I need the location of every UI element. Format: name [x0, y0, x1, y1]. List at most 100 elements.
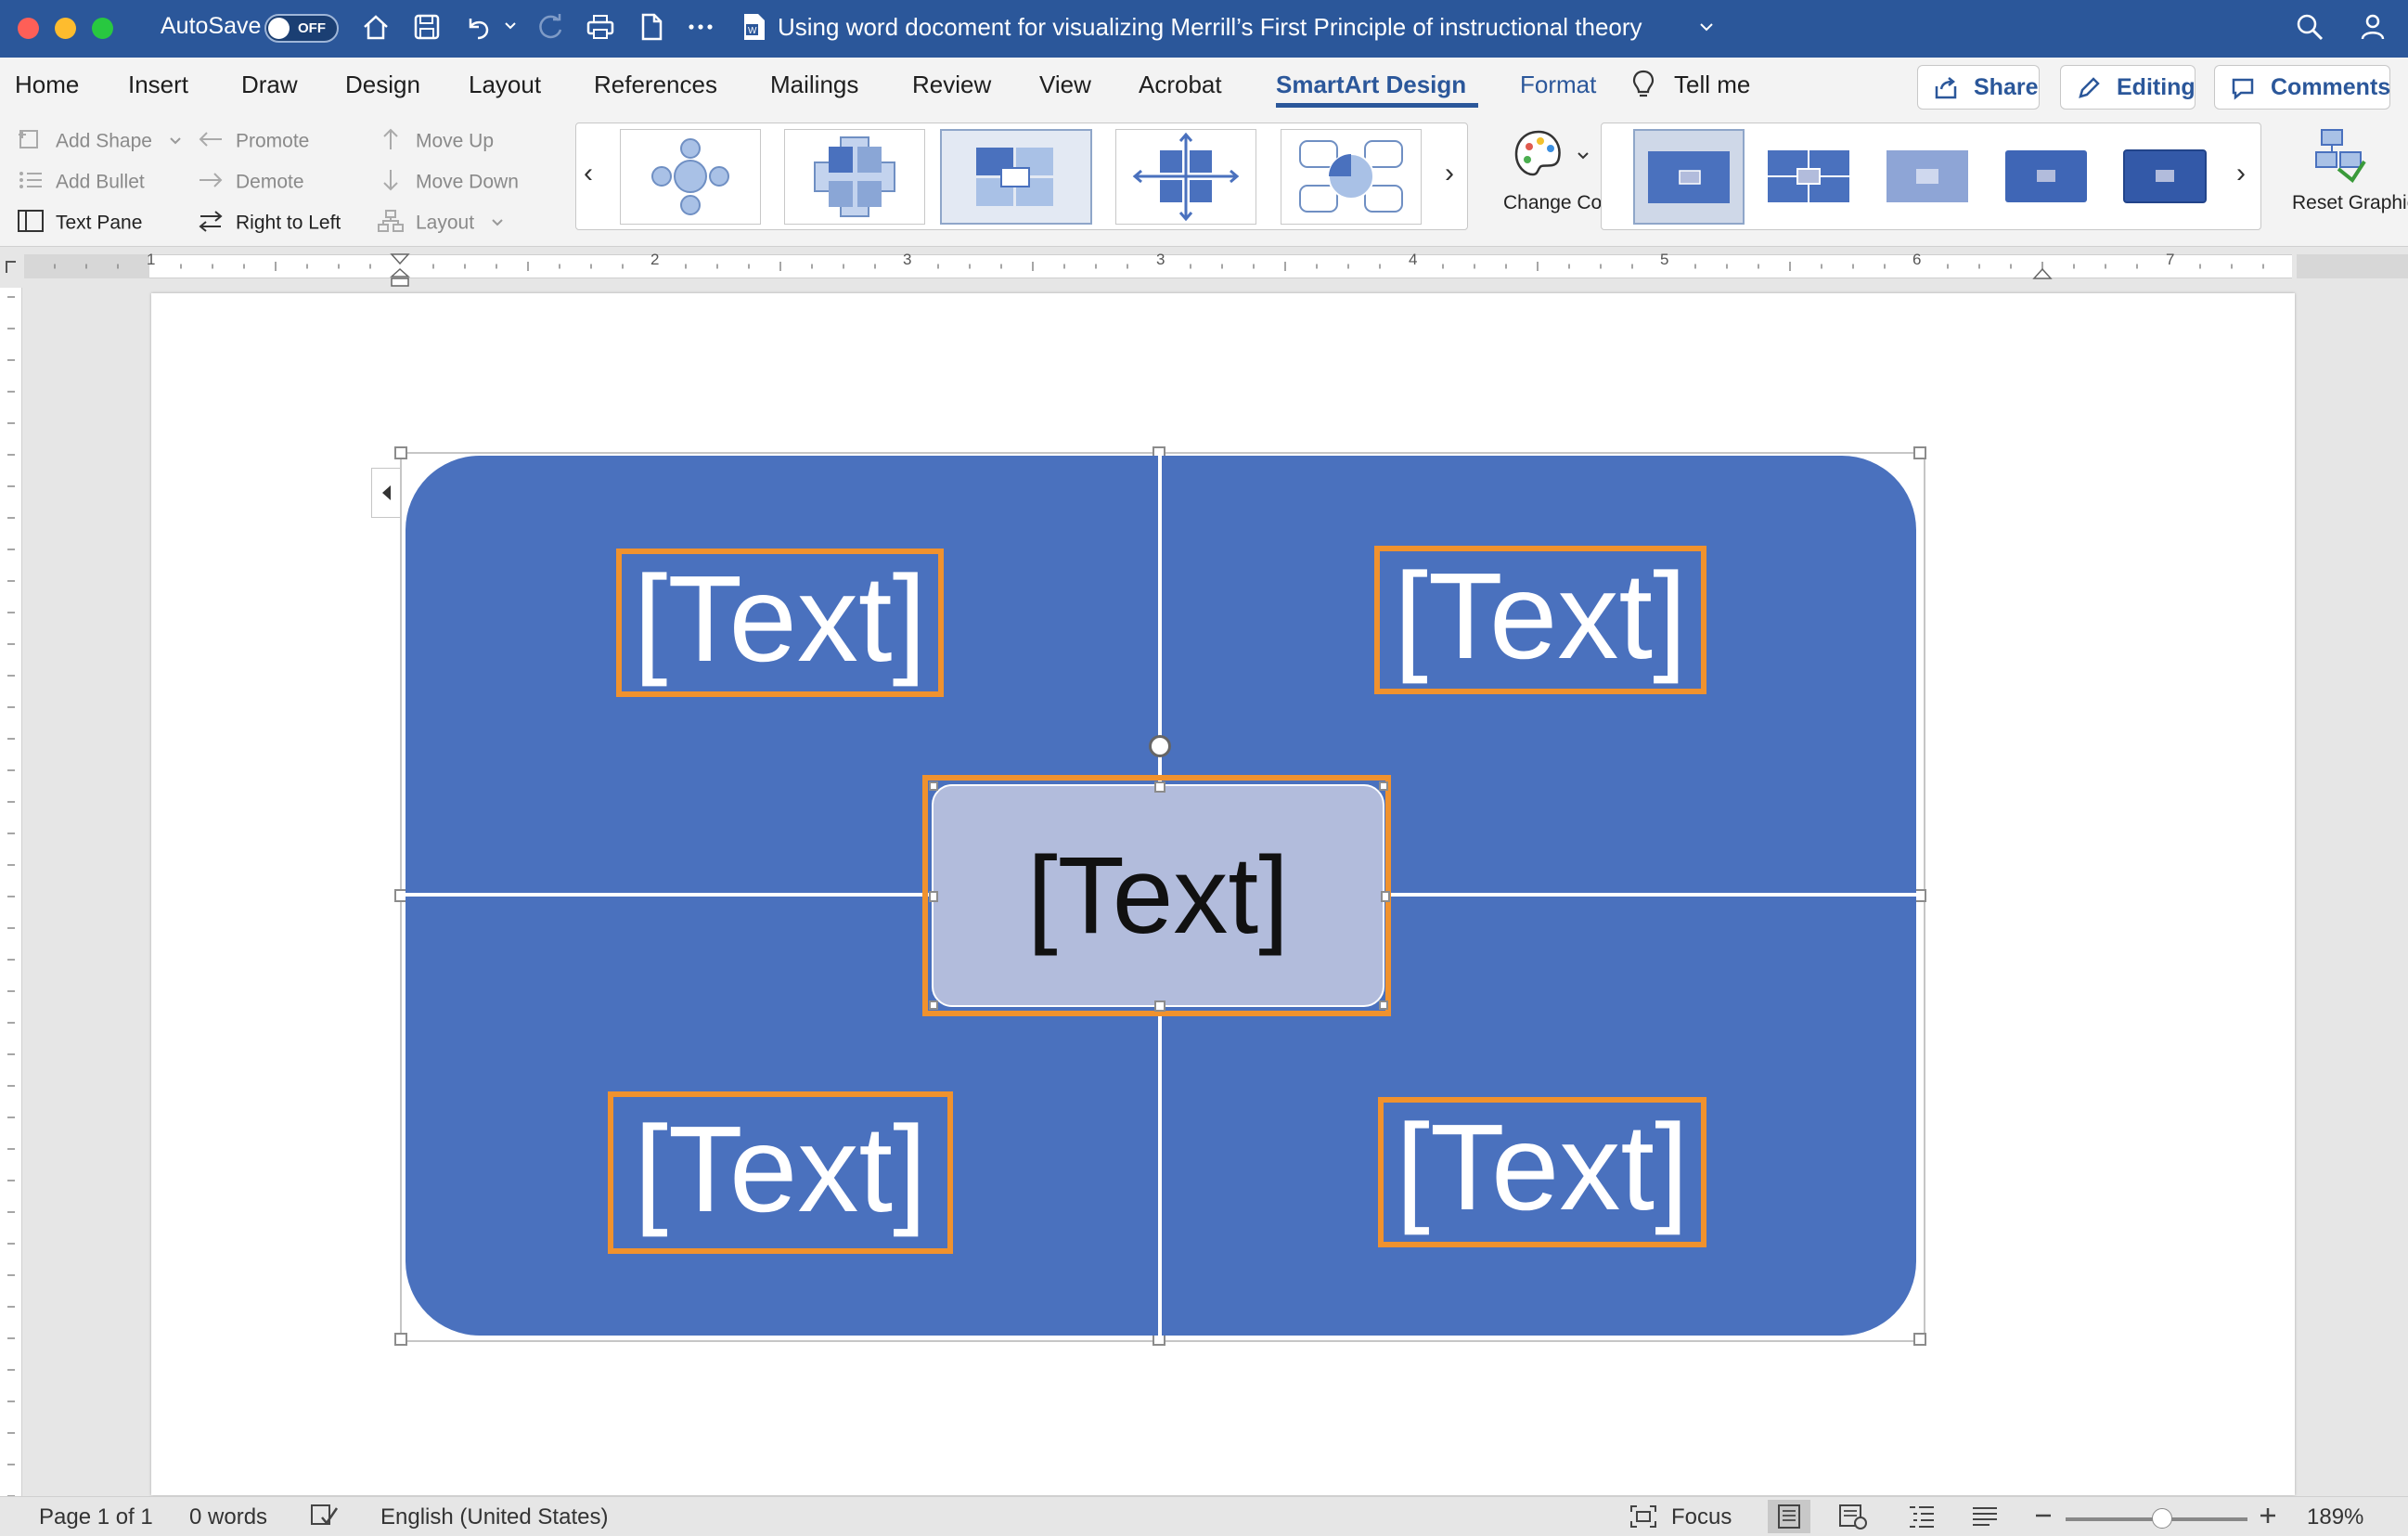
tab-draw[interactable]: Draw [241, 71, 298, 99]
center-handle-left[interactable] [929, 891, 938, 902]
center-handle-top-left[interactable] [929, 781, 938, 791]
more-commands-icon[interactable] [685, 11, 716, 43]
outline-view-icon[interactable] [1906, 1503, 1938, 1530]
print-icon[interactable] [585, 11, 616, 43]
new-document-icon[interactable] [636, 11, 667, 43]
tab-insert[interactable]: Insert [128, 71, 188, 99]
zoom-slider-thumb[interactable] [2151, 1508, 2172, 1529]
move-up-button[interactable]: Move Up [377, 127, 494, 157]
add-bullet-button[interactable]: Add Bullet [17, 168, 145, 198]
arrow-right-icon [197, 168, 225, 198]
gallery-next-icon[interactable]: › [1445, 158, 1454, 189]
reset-graphic-icon[interactable] [2311, 124, 2366, 184]
tab-smartart-design[interactable]: SmartArt Design [1276, 71, 1466, 99]
resize-handle-top-left[interactable] [394, 446, 407, 459]
resize-handle-bottom-left[interactable] [394, 1333, 407, 1346]
undo-icon[interactable] [462, 11, 494, 43]
color-palette-icon[interactable] [1511, 126, 1566, 182]
change-colors-label[interactable]: Change Colors [1503, 192, 1633, 214]
tab-format[interactable]: Format [1520, 71, 1596, 99]
minimize-window-button[interactable] [55, 18, 76, 39]
layout-button[interactable]: Layout [377, 209, 504, 239]
center-handle-right[interactable] [1381, 891, 1390, 902]
pencil-icon [2076, 75, 2102, 108]
tab-view[interactable]: View [1039, 71, 1091, 99]
text-pane-toggle[interactable] [371, 468, 401, 518]
focus-label[interactable]: Focus [1671, 1504, 1732, 1530]
proofing-icon[interactable] [309, 1503, 339, 1529]
zoom-out-icon[interactable] [2032, 1504, 2054, 1527]
layout-cross-arrows-thumbnail[interactable] [1115, 129, 1256, 225]
center-handle-bottom-right[interactable] [1379, 1000, 1388, 1010]
home-icon[interactable] [360, 11, 392, 43]
layout-matrix-thumbnail-selected[interactable] [940, 129, 1092, 225]
center-shape-text[interactable]: [Text] [932, 784, 1384, 1007]
title-bar: AutoSave OFF W Using word docoment for v… [0, 0, 2408, 58]
style-subtle-effect[interactable] [1873, 129, 1984, 225]
word-count[interactable]: 0 words [189, 1504, 267, 1530]
center-handle-bottom-left[interactable] [929, 1000, 938, 1010]
redo-icon[interactable] [534, 11, 566, 43]
move-down-button[interactable]: Move Down [377, 168, 519, 198]
change-colors-dropdown-icon[interactable] [1576, 148, 1590, 163]
quadrant-top-right-text[interactable]: [Text] [1374, 546, 1706, 694]
right-to-left-button[interactable]: Right to Left [197, 209, 341, 239]
comments-button[interactable]: Comments [2214, 65, 2390, 110]
layout-radial-thumbnail[interactable] [620, 129, 761, 225]
demote-button[interactable]: Demote [197, 168, 304, 198]
quadrant-bottom-right-text[interactable]: [Text] [1378, 1097, 1706, 1247]
resize-handle-top-right[interactable] [1913, 446, 1926, 459]
add-shape-button[interactable]: Add Shape [17, 127, 182, 157]
focus-mode-icon[interactable] [1629, 1504, 1657, 1529]
tab-design[interactable]: Design [345, 71, 420, 99]
svg-text:W: W [748, 26, 757, 36]
autosave-toggle[interactable]: OFF [264, 14, 339, 43]
promote-button[interactable]: Promote [197, 127, 309, 157]
right-indent-marker[interactable] [2032, 262, 2053, 280]
zoom-in-icon[interactable] [2257, 1504, 2279, 1527]
center-handle-top[interactable] [1154, 781, 1165, 793]
tab-home[interactable]: Home [15, 71, 79, 99]
language-indicator[interactable]: English (United States) [380, 1504, 608, 1530]
tab-mailings[interactable]: Mailings [770, 71, 858, 99]
tab-selector-icon[interactable] [3, 258, 19, 275]
page-count[interactable]: Page 1 of 1 [39, 1504, 153, 1530]
layout-cross-thumbnail[interactable] [784, 129, 925, 225]
style-intense-effect[interactable] [2110, 129, 2221, 225]
tab-acrobat[interactable]: Acrobat [1139, 71, 1222, 99]
undo-dropdown-icon[interactable] [503, 19, 518, 33]
draft-view-icon[interactable] [1969, 1503, 2001, 1530]
vertical-ruler[interactable] [0, 288, 22, 1504]
tab-review[interactable]: Review [912, 71, 991, 99]
style-white-outline[interactable] [1754, 129, 1865, 225]
close-window-button[interactable] [18, 18, 39, 39]
reset-graphic-label[interactable]: Reset Graphic [2292, 192, 2408, 214]
style-simple-fill-selected[interactable] [1633, 129, 1745, 225]
layout-cycle-matrix-thumbnail[interactable] [1281, 129, 1422, 225]
web-layout-icon[interactable] [1837, 1503, 1869, 1530]
tab-references[interactable]: References [594, 71, 717, 99]
tab-layout[interactable]: Layout [469, 71, 541, 99]
zoom-percentage[interactable]: 189% [2307, 1504, 2363, 1530]
gallery-prev-icon[interactable]: ‹ [584, 158, 593, 189]
document-title[interactable]: Using word docoment for visualizing Merr… [778, 13, 1642, 42]
styles-next-icon[interactable]: › [2236, 158, 2246, 189]
resize-handle-bottom-right[interactable] [1913, 1333, 1926, 1346]
search-icon[interactable] [2294, 11, 2325, 43]
print-layout-view-button[interactable] [1768, 1500, 1810, 1533]
save-icon[interactable] [411, 11, 443, 43]
tell-me-search[interactable]: Tell me [1674, 71, 1750, 99]
zoom-window-button[interactable] [92, 18, 113, 39]
quadrant-bottom-left-text[interactable]: [Text] [608, 1091, 953, 1254]
title-dropdown-icon[interactable] [1698, 19, 1715, 35]
share-button[interactable]: Share [1917, 65, 2040, 110]
first-line-indent-marker[interactable] [390, 252, 410, 290]
editing-mode-button[interactable]: Editing [2060, 65, 2196, 110]
quadrant-top-left-text[interactable]: [Text] [616, 549, 944, 697]
account-icon[interactable] [2357, 11, 2389, 43]
rotation-handle[interactable] [1149, 735, 1171, 757]
style-moderate-effect[interactable] [1991, 129, 2103, 225]
text-pane-button[interactable]: Text Pane [17, 209, 142, 239]
center-handle-bottom[interactable] [1154, 1000, 1165, 1012]
center-handle-top-right[interactable] [1379, 781, 1388, 791]
